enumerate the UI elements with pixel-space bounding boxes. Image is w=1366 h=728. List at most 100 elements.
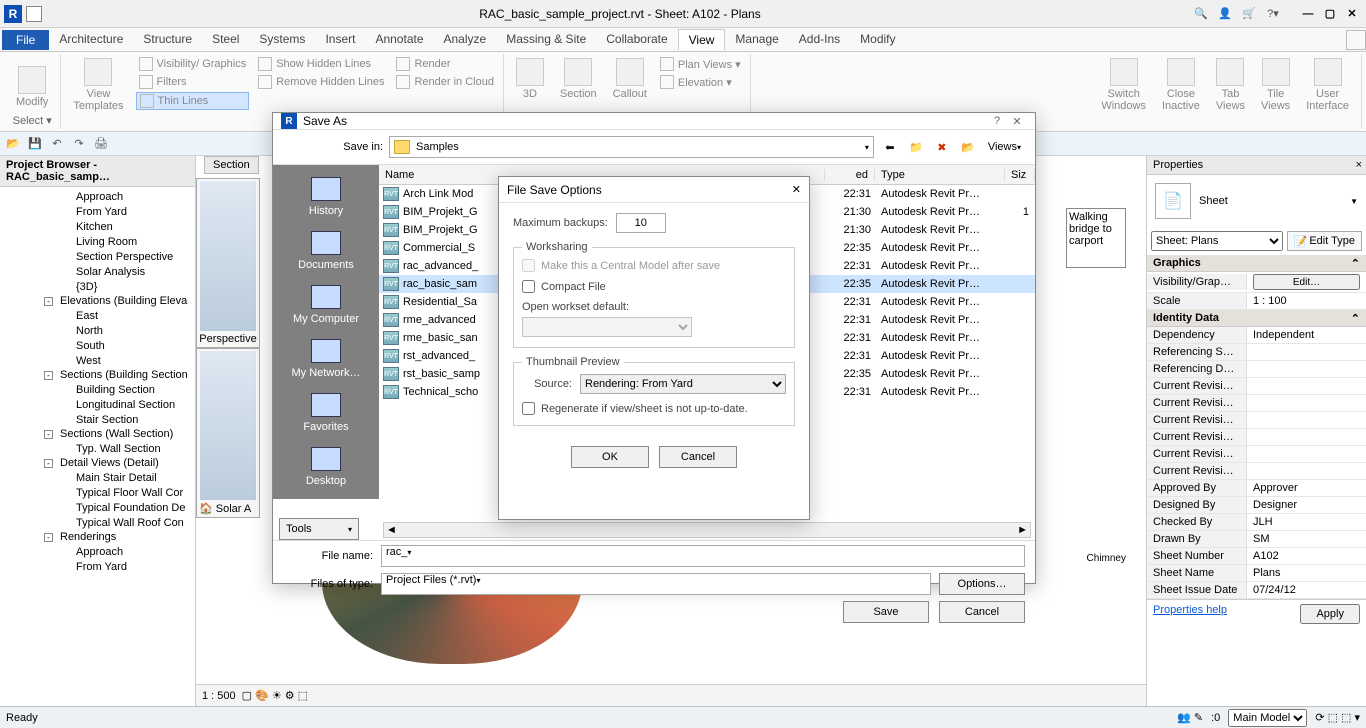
- pb-item[interactable]: ⋯Section Perspective: [0, 249, 195, 264]
- menu-collaborate[interactable]: Collaborate: [596, 29, 677, 50]
- prop-row[interactable]: Checked ByJLH: [1147, 514, 1366, 531]
- plan-views-button[interactable]: Plan Views ▾: [657, 56, 744, 72]
- help-icon[interactable]: ?▾: [1264, 5, 1282, 23]
- close-inactive-button[interactable]: Close Inactive: [1156, 56, 1206, 114]
- source-select[interactable]: Rendering: From Yard: [580, 374, 786, 394]
- pb-item[interactable]: ⋯Typ. Wall Section: [0, 441, 195, 456]
- prop-row[interactable]: Scale1 : 100: [1147, 293, 1366, 310]
- thumb-solar[interactable]: 🏠 Solar A: [196, 348, 260, 518]
- instance-select[interactable]: Sheet: Plans: [1151, 231, 1283, 251]
- menu-steel[interactable]: Steel: [202, 29, 249, 50]
- tab-views-button[interactable]: Tab Views: [1210, 56, 1251, 114]
- prop-row[interactable]: Visibility/Grap…Edit…: [1147, 272, 1366, 293]
- pb-item[interactable]: ⋯Typical Floor Wall Cor: [0, 485, 195, 500]
- properties-section-identity[interactable]: Identity Data⌃: [1147, 310, 1366, 327]
- fso-cancel-button[interactable]: Cancel: [659, 446, 737, 468]
- tools-button[interactable]: Tools▾: [279, 518, 359, 540]
- doc-icon[interactable]: [26, 6, 42, 22]
- pb-item[interactable]: ⋯From Yard: [0, 559, 195, 574]
- prop-row[interactable]: Current Revisi…: [1147, 429, 1366, 446]
- user-interface-button[interactable]: User Interface: [1300, 56, 1355, 114]
- views-menu[interactable]: Views ▾: [984, 137, 1025, 157]
- pb-item[interactable]: ⋯South: [0, 338, 195, 353]
- scroll-right-icon[interactable]: ►: [1017, 524, 1028, 536]
- qt-open-icon[interactable]: 📂: [4, 135, 22, 153]
- save-as-help-icon[interactable]: ?: [987, 115, 1007, 127]
- 3d-button[interactable]: 3D: [510, 56, 550, 102]
- remove-hidden-button[interactable]: Remove Hidden Lines: [255, 74, 387, 90]
- pb-item[interactable]: ⋯West: [0, 353, 195, 368]
- edit-type-button[interactable]: 📝 Edit Type: [1287, 231, 1362, 251]
- compact-file-checkbox[interactable]: [522, 280, 535, 293]
- close-button[interactable]: ✕: [1342, 6, 1362, 22]
- place-favorites[interactable]: Favorites: [278, 387, 374, 439]
- pb-item[interactable]: ⋯Solar Analysis: [0, 264, 195, 279]
- pb-item[interactable]: ⋯East: [0, 308, 195, 323]
- menu-manage[interactable]: Manage: [725, 29, 788, 50]
- menu-annotate[interactable]: Annotate: [365, 29, 433, 50]
- col-size[interactable]: Siz: [1005, 169, 1035, 181]
- pb-item[interactable]: ⋯From Yard: [0, 204, 195, 219]
- chevron-down-icon[interactable]: ▾: [865, 143, 869, 152]
- elevation-button[interactable]: Elevation ▾: [657, 74, 744, 90]
- switch-windows-button[interactable]: Switch Windows: [1095, 56, 1152, 114]
- pb-item[interactable]: -Detail Views (Detail): [0, 456, 195, 470]
- regenerate-checkbox[interactable]: [522, 402, 535, 415]
- properties-help-link[interactable]: Properties help: [1153, 604, 1227, 624]
- fso-close-icon[interactable]: ✕: [792, 183, 801, 196]
- thin-lines-button[interactable]: Thin Lines: [136, 92, 250, 110]
- tile-views-button[interactable]: Tile Views: [1255, 56, 1296, 114]
- user-icon[interactable]: 👤: [1216, 5, 1234, 23]
- file-name-input[interactable]: rac_▾: [381, 545, 1025, 567]
- prop-row[interactable]: Referencing S…: [1147, 344, 1366, 361]
- pb-item[interactable]: ⋯Main Stair Detail: [0, 470, 195, 485]
- thumb-perspective[interactable]: Perspective: [196, 178, 260, 348]
- properties-close-icon[interactable]: ×: [1356, 159, 1362, 171]
- status-icon-group[interactable]: 👥 ✎: [1177, 711, 1203, 724]
- select-group-label[interactable]: Select ▾: [10, 114, 54, 127]
- qt-undo-icon[interactable]: ↶: [48, 135, 66, 153]
- place-documents[interactable]: Documents: [278, 225, 374, 277]
- prop-row[interactable]: Approved ByApprover: [1147, 480, 1366, 497]
- qt-print-icon[interactable]: 🖨: [92, 135, 110, 153]
- place-mycomputer[interactable]: My Computer: [278, 279, 374, 331]
- pb-item[interactable]: ⋯Approach: [0, 544, 195, 559]
- properties-apply-button[interactable]: Apply: [1300, 604, 1360, 624]
- status-workset-select[interactable]: Main Model: [1228, 709, 1307, 727]
- menu-addins[interactable]: Add-Ins: [789, 29, 850, 50]
- prop-row[interactable]: Referencing D…: [1147, 361, 1366, 378]
- vp-icons[interactable]: ▢ 🎨 ☀ ⚙ ⬚: [242, 689, 308, 702]
- pb-item[interactable]: ⋯Longitudinal Section: [0, 397, 195, 412]
- menu-architecture[interactable]: Architecture: [49, 29, 133, 50]
- ok-button[interactable]: OK: [571, 446, 649, 468]
- prop-row[interactable]: DependencyIndependent: [1147, 327, 1366, 344]
- callout-button[interactable]: Callout: [607, 56, 653, 102]
- pb-item[interactable]: ⋯Stair Section: [0, 412, 195, 427]
- pb-item[interactable]: -Sections (Building Section: [0, 368, 195, 382]
- pb-item[interactable]: ⋯Building Section: [0, 382, 195, 397]
- prop-row[interactable]: Current Revisi…: [1147, 463, 1366, 480]
- prop-row[interactable]: Current Revisi…: [1147, 412, 1366, 429]
- prop-row[interactable]: Current Revisi…: [1147, 395, 1366, 412]
- pb-item[interactable]: -Elevations (Building Eleva: [0, 294, 195, 308]
- minimize-button[interactable]: —: [1298, 6, 1318, 22]
- files-of-type-select[interactable]: Project Files (*.rvt)▾: [381, 573, 931, 595]
- properties-section-graphics[interactable]: Graphics⌃: [1147, 255, 1366, 272]
- up-folder-icon[interactable]: 📁: [906, 137, 926, 157]
- options-button[interactable]: Options…: [939, 573, 1025, 595]
- prop-row[interactable]: Sheet Issue Date07/24/12: [1147, 582, 1366, 599]
- filters-button[interactable]: Filters: [136, 74, 250, 90]
- visibility-graphics-button[interactable]: Visibility/ Graphics: [136, 56, 250, 72]
- section-button[interactable]: Section: [554, 56, 603, 102]
- edit-button[interactable]: Edit…: [1253, 274, 1360, 290]
- chevron-down-icon[interactable]: ▼: [1350, 197, 1358, 206]
- pb-item[interactable]: ⋯Typical Foundation De: [0, 500, 195, 515]
- menu-analyze[interactable]: Analyze: [434, 29, 497, 50]
- new-folder-icon[interactable]: 📂: [958, 137, 978, 157]
- properties-type[interactable]: 📄 Sheet ▼: [1147, 175, 1366, 227]
- qt-save-icon[interactable]: 💾: [26, 135, 44, 153]
- place-history[interactable]: History: [278, 171, 374, 223]
- qt-redo-icon[interactable]: ↷: [70, 135, 88, 153]
- menu-view[interactable]: View: [678, 29, 726, 50]
- prop-row[interactable]: Sheet NumberA102: [1147, 548, 1366, 565]
